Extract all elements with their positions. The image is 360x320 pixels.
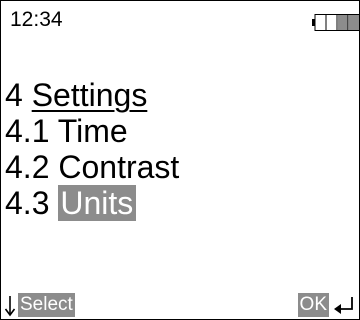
- device-screen: 12:34 4 Settings 4.1 Time 4.2 Contrast 4…: [0, 0, 360, 320]
- menu-item-number: 4.1: [5, 113, 50, 149]
- menu-item-time[interactable]: 4.1 Time: [5, 113, 179, 149]
- menu-item-number: 4.2: [5, 149, 50, 185]
- menu-title-label: Settings: [31, 77, 148, 113]
- select-softkey-label: Select: [18, 293, 75, 317]
- softkey-bar: Select OK: [1, 291, 359, 317]
- menu-item-label: Contrast: [58, 149, 180, 185]
- menu-item-label: Time: [57, 113, 128, 149]
- menu-item-units[interactable]: 4.3 Units: [5, 185, 179, 221]
- ok-softkey[interactable]: OK: [297, 293, 356, 317]
- menu-item-number: 4.3: [5, 185, 50, 221]
- settings-menu: 4 Settings 4.1 Time 4.2 Contrast 4.3 Uni…: [5, 77, 179, 221]
- battery-icon: [312, 14, 359, 31]
- menu-title: 4 Settings: [5, 77, 179, 113]
- enter-icon: [334, 297, 353, 314]
- select-softkey[interactable]: Select: [4, 293, 75, 317]
- clock: 12:34: [10, 8, 63, 31]
- menu-item-contrast[interactable]: 4.2 Contrast: [5, 149, 179, 185]
- menu-item-label-selected: Units: [58, 185, 137, 221]
- down-arrow-icon: [4, 296, 16, 317]
- ok-softkey-label: OK: [297, 293, 329, 317]
- menu-title-number: 4: [5, 77, 23, 113]
